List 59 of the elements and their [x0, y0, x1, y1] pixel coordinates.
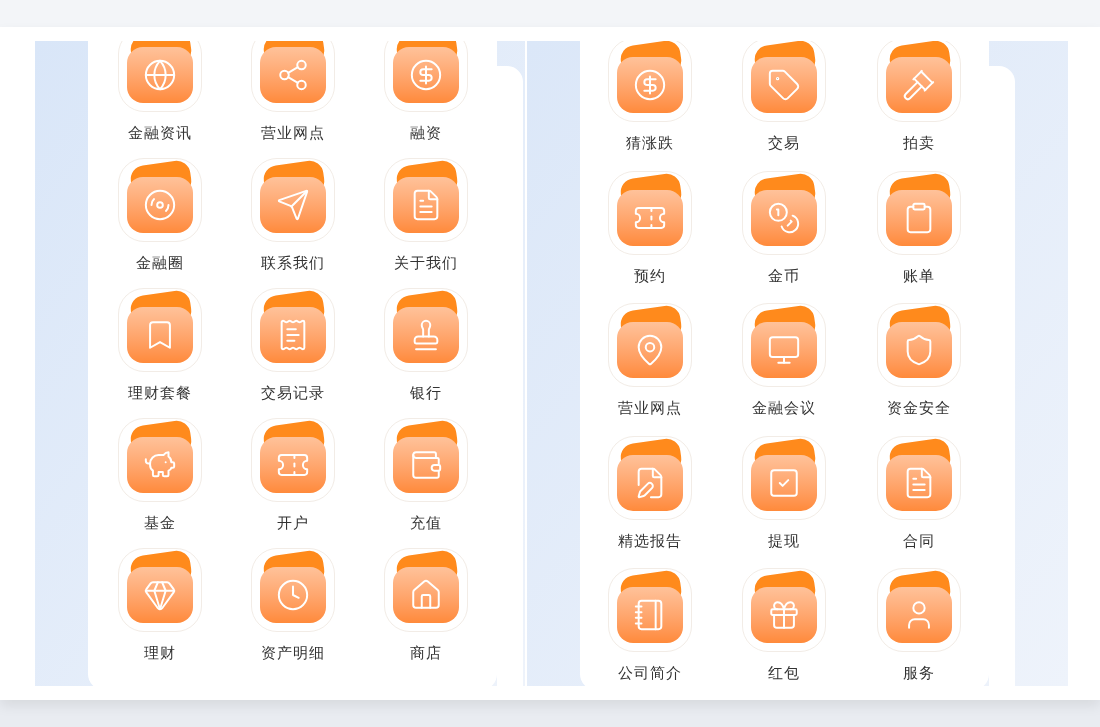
icon-label: 资产明细 — [260, 643, 325, 664]
gift-icon[interactable] — [742, 568, 827, 652]
icon-label: 融资 — [409, 123, 442, 144]
monitor-icon[interactable] — [742, 303, 827, 387]
icon-label: 交易记录 — [260, 383, 325, 404]
icon-label: 服务 — [902, 663, 935, 684]
icon-label: 猜涨跌 — [626, 133, 675, 154]
tag-icon[interactable] — [742, 41, 827, 122]
icon-label: 金币 — [768, 265, 801, 287]
notebook-icon[interactable] — [608, 568, 693, 652]
icon-label: 金融会议 — [752, 398, 817, 419]
icon-label: 金融资讯 — [127, 123, 192, 144]
wallet-icon[interactable] — [383, 418, 468, 502]
ticket-icon[interactable] — [608, 170, 693, 255]
icon-label: 商店 — [409, 643, 442, 664]
icon-label: 关于我们 — [393, 253, 458, 274]
icon-label: 拍卖 — [902, 133, 935, 154]
clipboard-icon[interactable] — [876, 170, 961, 255]
paper-plane-icon[interactable] — [250, 158, 335, 242]
house-icon[interactable] — [383, 548, 468, 632]
icon-label: 精选报告 — [618, 530, 683, 552]
icon-label: 交易 — [768, 133, 801, 154]
icon-label: 红包 — [768, 663, 801, 684]
icon-label: 联系我们 — [260, 253, 325, 274]
icon-label: 金融圈 — [135, 253, 184, 274]
receipt-icon[interactable] — [250, 288, 335, 372]
piggy-bank-icon[interactable] — [117, 418, 202, 502]
icon-label: 营业网点 — [618, 398, 683, 419]
network-icon[interactable] — [250, 41, 335, 112]
icon-label: 营业网点 — [260, 123, 325, 144]
document-icon[interactable] — [383, 158, 468, 242]
icon-label: 提现 — [768, 530, 801, 552]
icon-label: 理财 — [143, 643, 176, 664]
gavel-icon[interactable] — [876, 41, 961, 122]
icon-label: 账单 — [902, 265, 935, 287]
document-icon[interactable] — [876, 435, 961, 520]
icon-label: 资金安全 — [886, 398, 951, 419]
map-pin-icon[interactable] — [608, 303, 693, 387]
icon-label: 开户 — [276, 513, 309, 534]
ticket-icon[interactable] — [250, 418, 335, 502]
diamond-icon[interactable] — [117, 548, 202, 632]
clock-icon[interactable] — [250, 548, 335, 632]
icon-label: 预约 — [634, 265, 667, 287]
stamp-icon[interactable] — [383, 288, 468, 372]
icon-label: 理财套餐 — [127, 383, 192, 404]
checkbox-icon[interactable] — [742, 435, 827, 520]
icon-label: 充值 — [409, 513, 442, 534]
shield-icon[interactable] — [876, 303, 961, 387]
document-pen-icon[interactable] — [608, 435, 693, 520]
coins-icon[interactable] — [742, 170, 827, 255]
coin-icon[interactable] — [383, 41, 468, 112]
person-icon[interactable] — [876, 568, 961, 652]
icon-label: 公司简介 — [618, 663, 683, 684]
globe-icon[interactable] — [117, 41, 202, 112]
coin-icon[interactable] — [608, 41, 693, 122]
bookmark-icon[interactable] — [117, 288, 202, 372]
icon-label: 合同 — [902, 530, 935, 552]
icon-label: 银行 — [409, 383, 442, 404]
icon-label: 基金 — [143, 513, 176, 534]
